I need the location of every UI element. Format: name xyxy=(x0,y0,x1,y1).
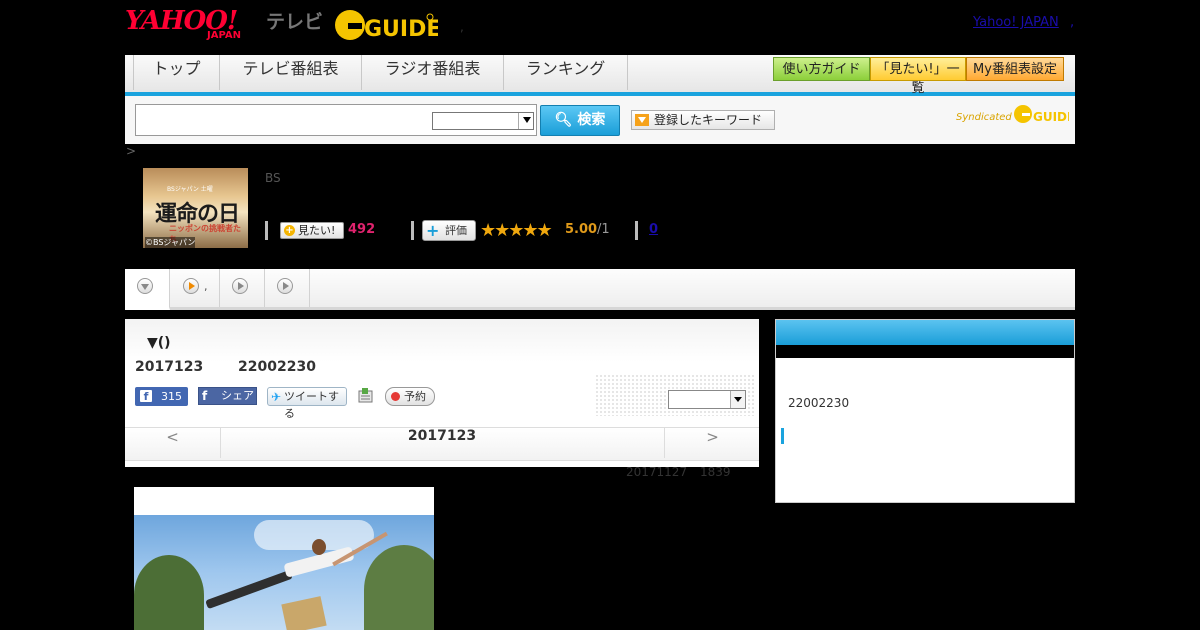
air-date: 2017123 xyxy=(135,359,204,375)
gguide-logo[interactable]: GUIDE xyxy=(334,8,438,42)
facebook-share-label: シェア xyxy=(221,389,254,402)
channel-label: BS xyxy=(265,171,281,185)
nav-tab-top[interactable]: トップ xyxy=(134,55,220,90)
program-detail-box: ▼() 2017123 22002230 f 315 f シェア ✈︎ ツイート… xyxy=(125,319,759,467)
dropdown-arrow-icon xyxy=(635,114,649,126)
tab-3[interactable] xyxy=(220,269,265,307)
yahoo-japan-link[interactable]: Yahoo! JAPAN xyxy=(973,15,1059,30)
sidebar-header xyxy=(776,320,1074,345)
rate-button-label: 評価 xyxy=(445,224,467,237)
svg-text:GUIDE: GUIDE xyxy=(1033,110,1069,124)
saved-keywords-label: 登録したキーワード xyxy=(654,113,763,127)
bookmark-icon-svg xyxy=(358,388,373,403)
photo-tree xyxy=(364,545,434,630)
search-category-select[interactable] xyxy=(432,112,534,130)
stat-divider xyxy=(265,221,268,240)
usage-guide-button[interactable]: 使い方ガイド xyxy=(773,57,870,81)
thumb-credit: ©BSジャパン xyxy=(145,237,196,248)
reserve-button[interactable]: 予約 xyxy=(385,387,435,406)
stat-divider xyxy=(635,221,638,240)
thumb-top-text: BSジャパン 土曜 xyxy=(167,186,213,193)
my-guide-settings-button[interactable]: My番組表設定 xyxy=(966,57,1064,81)
program-photo-image xyxy=(134,515,434,630)
sidebar-air-time: 22002230 xyxy=(788,396,850,410)
svg-text:GUIDE: GUIDE xyxy=(364,17,438,42)
facebook-like-button[interactable]: f 315 xyxy=(135,387,188,406)
want-to-watch-button[interactable]: + 見たい! xyxy=(280,222,344,239)
section-title: ▼() xyxy=(147,335,171,351)
record-icon xyxy=(391,392,400,401)
region-select[interactable] xyxy=(668,390,746,409)
photo-tree xyxy=(134,555,204,630)
facebook-icon: f xyxy=(140,390,152,403)
nav-tab-radio-guide[interactable]: ラジオ番組表 xyxy=(362,55,504,90)
play-icon xyxy=(183,278,199,294)
reserve-label: 予約 xyxy=(404,390,426,403)
want-button-label: 見たい! xyxy=(298,224,336,237)
rating-value: 5.00 xyxy=(565,222,598,237)
bookmark-icon[interactable] xyxy=(357,387,374,404)
chevron-down-icon xyxy=(523,117,531,123)
yahoo-japan-logo[interactable]: YAHOO! JAPAN xyxy=(125,6,265,42)
tab-2-label: , xyxy=(204,280,208,293)
date-navigation: < 2017123 > xyxy=(125,427,759,461)
update-date: 20171127 xyxy=(626,465,688,479)
tweet-button[interactable]: ✈︎ ツイートする xyxy=(267,387,347,420)
plus-icon: + xyxy=(284,225,295,236)
play-icon xyxy=(232,278,248,294)
sidebar-title-bar xyxy=(776,345,1074,358)
chevron-down-icon xyxy=(734,397,742,402)
facebook-like-count: 315 xyxy=(161,390,182,403)
yahoo-logo-sub: JAPAN xyxy=(207,30,241,41)
main-nav-bar: トップ テレビ番組表 ラジオ番組表 ランキング 使い方ガイド 「見たい!」一覧 … xyxy=(125,55,1075,96)
rate-button[interactable]: + 評価 xyxy=(422,220,476,241)
header-separator: , xyxy=(460,20,464,34)
current-date: 2017123 xyxy=(407,428,477,444)
air-time: 22002230 xyxy=(238,359,316,375)
saved-keywords-button[interactable]: 登録したキーワード xyxy=(631,110,775,130)
chevron-down-icon xyxy=(137,278,153,294)
search-button-label: 検索 xyxy=(577,112,606,128)
sidebar-accent-bar xyxy=(781,428,784,444)
gguide-small-logo: GUIDE xyxy=(1013,103,1075,129)
play-icon xyxy=(277,278,293,294)
stat-divider xyxy=(411,221,414,240)
tab-4[interactable] xyxy=(265,269,310,307)
rating-stars: ★★★★★ xyxy=(480,220,553,241)
plus-icon: + xyxy=(426,221,440,240)
twitter-icon: ✈︎ xyxy=(271,390,282,404)
nav-tab-ranking[interactable]: ランキング xyxy=(504,55,628,90)
program-tab-bar: , xyxy=(125,269,1075,310)
photo-person-legs xyxy=(205,569,293,610)
search-icon: 🔍︎ xyxy=(554,112,573,128)
want-count: 492 xyxy=(348,222,376,237)
update-time: 1839 xyxy=(700,465,731,479)
comment-count-link[interactable]: 0 xyxy=(649,222,658,237)
facebook-icon: f xyxy=(202,389,208,403)
header-link-suffix: , xyxy=(1070,15,1075,30)
rating-count: /1 xyxy=(597,222,610,237)
next-day-button[interactable]: > xyxy=(664,428,760,458)
nav-tab-tv-guide[interactable]: テレビ番組表 xyxy=(220,55,362,90)
tab-2[interactable]: , xyxy=(170,269,220,307)
search-bar: 🔍︎ 検索 登録したキーワード Syndicated GUIDE xyxy=(125,96,1075,144)
program-thumbnail: BSジャパン 土曜 運命の日 ニッポンの挑戦者たち ©BSジャパン xyxy=(143,168,248,248)
prev-day-button[interactable]: < xyxy=(125,428,221,458)
photo-person-head xyxy=(312,539,326,555)
tab-detail[interactable] xyxy=(125,269,170,310)
want-list-button[interactable]: 「見たい!」一覧 xyxy=(870,57,966,96)
search-button[interactable]: 🔍︎ 検索 xyxy=(540,105,620,136)
photo-box-prop xyxy=(281,596,327,630)
facebook-share-button[interactable]: f シェア xyxy=(198,387,257,405)
syndicated-label: Syndicated xyxy=(956,112,1012,123)
gguide-small-icon: GUIDE xyxy=(1014,105,1075,124)
tv-label: テレビ xyxy=(266,11,324,33)
program-photo xyxy=(134,487,434,630)
sidebar-box: 22002230 xyxy=(775,319,1075,503)
breadcrumb[interactable]: > xyxy=(126,144,136,158)
gguide-logo-icon: GUIDE xyxy=(335,10,438,42)
